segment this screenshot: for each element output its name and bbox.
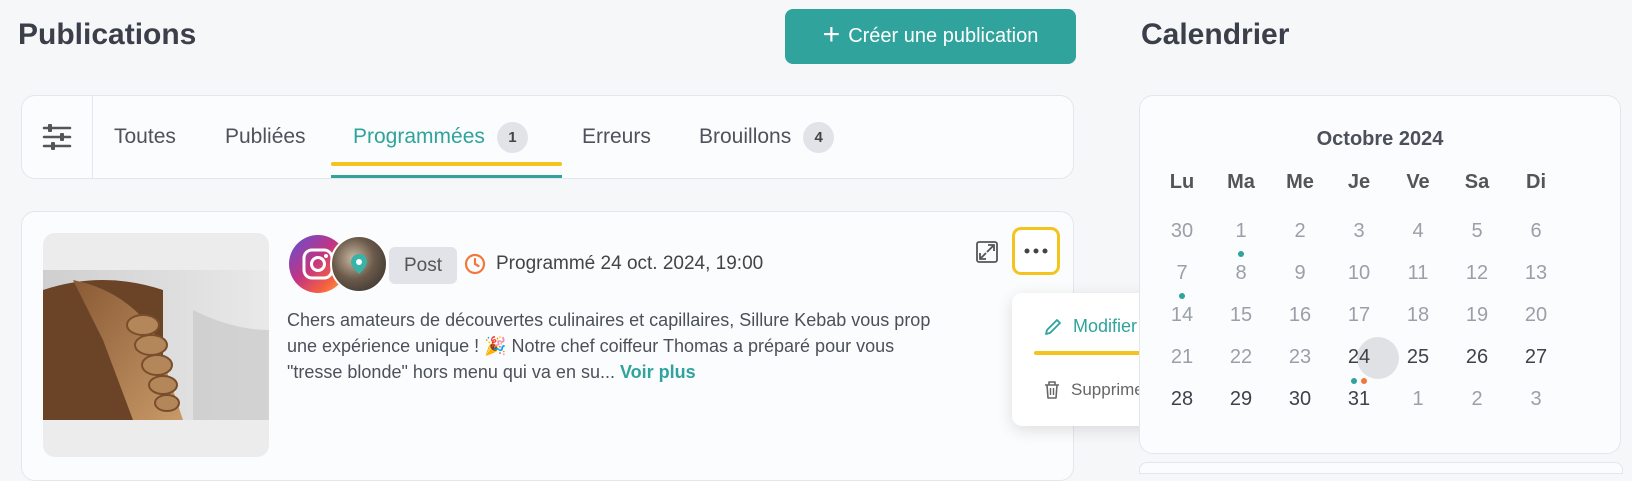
calendar-day[interactable]: 3 — [1516, 388, 1556, 411]
ellipsis-icon — [1024, 248, 1048, 254]
event-dot — [1238, 251, 1244, 257]
calendar-day[interactable]: 3 — [1339, 220, 1379, 243]
calendar-day[interactable]: 26 — [1457, 346, 1497, 369]
caption-line: une expérience unique ! 🎉 Notre chef coi… — [287, 336, 895, 356]
calendar-day[interactable]: 21 — [1162, 346, 1202, 369]
account-avatar — [330, 235, 388, 293]
tab-brouillons[interactable]: Brouillons 4 — [699, 96, 835, 178]
calendar-day[interactable]: 23 — [1280, 346, 1320, 369]
calendar-day[interactable]: 1 — [1221, 220, 1261, 243]
clock-icon — [464, 253, 486, 275]
post-caption: Chers amateurs de découvertes culinaires… — [287, 307, 1016, 387]
schedule-info: Programmé 24 oct. 2024, 19:00 — [464, 253, 763, 275]
create-publication-button[interactable]: + Créer une publication — [785, 9, 1076, 64]
calendar-day[interactable]: 30 — [1280, 388, 1320, 411]
tab-label: Toutes — [114, 125, 176, 148]
calendar-day[interactable]: 14 — [1162, 304, 1202, 327]
calendar-day[interactable]: 4 — [1398, 220, 1438, 243]
tab-erreurs[interactable]: Erreurs — [582, 96, 651, 178]
tab-label: Publiées — [225, 125, 306, 148]
tab-toutes[interactable]: Toutes — [114, 96, 176, 178]
create-publication-label: Créer une publication — [848, 25, 1039, 47]
focus-underline — [331, 162, 562, 166]
calendar-day[interactable]: 2 — [1280, 220, 1320, 243]
count-badge: 4 — [803, 121, 835, 153]
caption-line: Chers amateurs de découvertes culinaires… — [287, 310, 931, 330]
event-dot — [1179, 293, 1185, 299]
plus-icon: + — [822, 18, 841, 51]
calendar-day[interactable]: 18 — [1398, 304, 1438, 327]
calendar-day[interactable]: 15 — [1221, 304, 1261, 327]
calendar-day[interactable]: 24 — [1339, 346, 1379, 369]
sliders-icon — [42, 124, 72, 150]
calendar-day[interactable]: 7 — [1162, 262, 1202, 285]
calendar-day[interactable]: 1 — [1398, 388, 1438, 411]
calendar-month: Octobre 2024 — [1316, 128, 1444, 150]
tab-label: Brouillons — [699, 125, 792, 148]
weekday-label: Di — [1526, 171, 1546, 193]
pencil-icon — [1045, 318, 1061, 335]
calendar-day[interactable]: 19 — [1457, 304, 1497, 327]
expand-icon — [976, 241, 998, 263]
menu-item-label: Modifier — [1073, 316, 1138, 336]
post-thumbnail[interactable] — [43, 270, 269, 420]
menu-item-label: Supprimer — [1071, 380, 1150, 399]
trash-icon — [1045, 381, 1059, 399]
calendar-day[interactable]: 16 — [1280, 304, 1320, 327]
active-tab-indicator — [331, 175, 562, 178]
menu-item-supprimer[interactable]: Supprimer — [1043, 380, 1149, 400]
weekday-label: Me — [1286, 171, 1314, 193]
menu-item-modifier[interactable]: Modifier — [1043, 316, 1137, 337]
filter-button[interactable] — [22, 96, 93, 178]
tab-label: Programmées — [353, 125, 485, 148]
calendar-day[interactable]: 5 — [1457, 220, 1497, 243]
calendar-title: Calendrier — [1141, 18, 1290, 51]
calendar-day[interactable]: 6 — [1516, 220, 1556, 243]
schedule-text: Programmé 24 oct. 2024, 19:00 — [496, 253, 764, 274]
filter-tabs-bar — [21, 95, 1074, 179]
calendar-day[interactable]: 31 — [1339, 388, 1379, 411]
weekday-label: Ma — [1227, 171, 1255, 193]
calendar-day[interactable]: 2 — [1457, 388, 1497, 411]
event-dot — [1361, 378, 1367, 384]
expand-button[interactable] — [975, 240, 999, 269]
calendar-day[interactable]: 12 — [1457, 262, 1497, 285]
location-pin-icon — [351, 254, 367, 274]
caption-line: "tresse blonde" hors menu qui va en su..… — [287, 362, 615, 382]
more-options-button[interactable] — [1012, 227, 1060, 275]
calendar-day[interactable]: 27 — [1516, 346, 1556, 369]
calendar-day[interactable]: 11 — [1398, 262, 1438, 285]
calendar-day[interactable]: 10 — [1339, 262, 1379, 285]
calendar-day[interactable]: 20 — [1516, 304, 1556, 327]
weekday-label: Sa — [1464, 171, 1490, 193]
calendar-day[interactable]: 8 — [1221, 262, 1261, 285]
calendar-day[interactable]: 22 — [1221, 346, 1261, 369]
calendar-day[interactable]: 13 — [1516, 262, 1556, 285]
calendar-day[interactable]: 29 — [1221, 388, 1261, 411]
event-dot — [1351, 378, 1357, 384]
calendar-day[interactable]: 28 — [1162, 388, 1202, 411]
calendar-day[interactable]: 25 — [1398, 346, 1438, 369]
page-title: Publications — [18, 18, 197, 51]
calendar-day[interactable]: 9 — [1280, 262, 1320, 285]
see-more-link[interactable]: Voir plus — [620, 362, 696, 382]
calendar-day[interactable]: 30 — [1162, 220, 1202, 243]
next-card-edge — [1139, 462, 1623, 474]
weekday-label: Ve — [1406, 171, 1430, 193]
post-type-chip: Post — [389, 247, 457, 284]
tab-label: Erreurs — [582, 125, 651, 148]
calendar-day[interactable]: 17 — [1339, 304, 1379, 327]
weekday-label: Lu — [1169, 171, 1195, 193]
count-badge: 1 — [496, 121, 528, 153]
tab-publiees[interactable]: Publiées — [225, 96, 306, 178]
weekday-label: Je — [1347, 171, 1371, 193]
